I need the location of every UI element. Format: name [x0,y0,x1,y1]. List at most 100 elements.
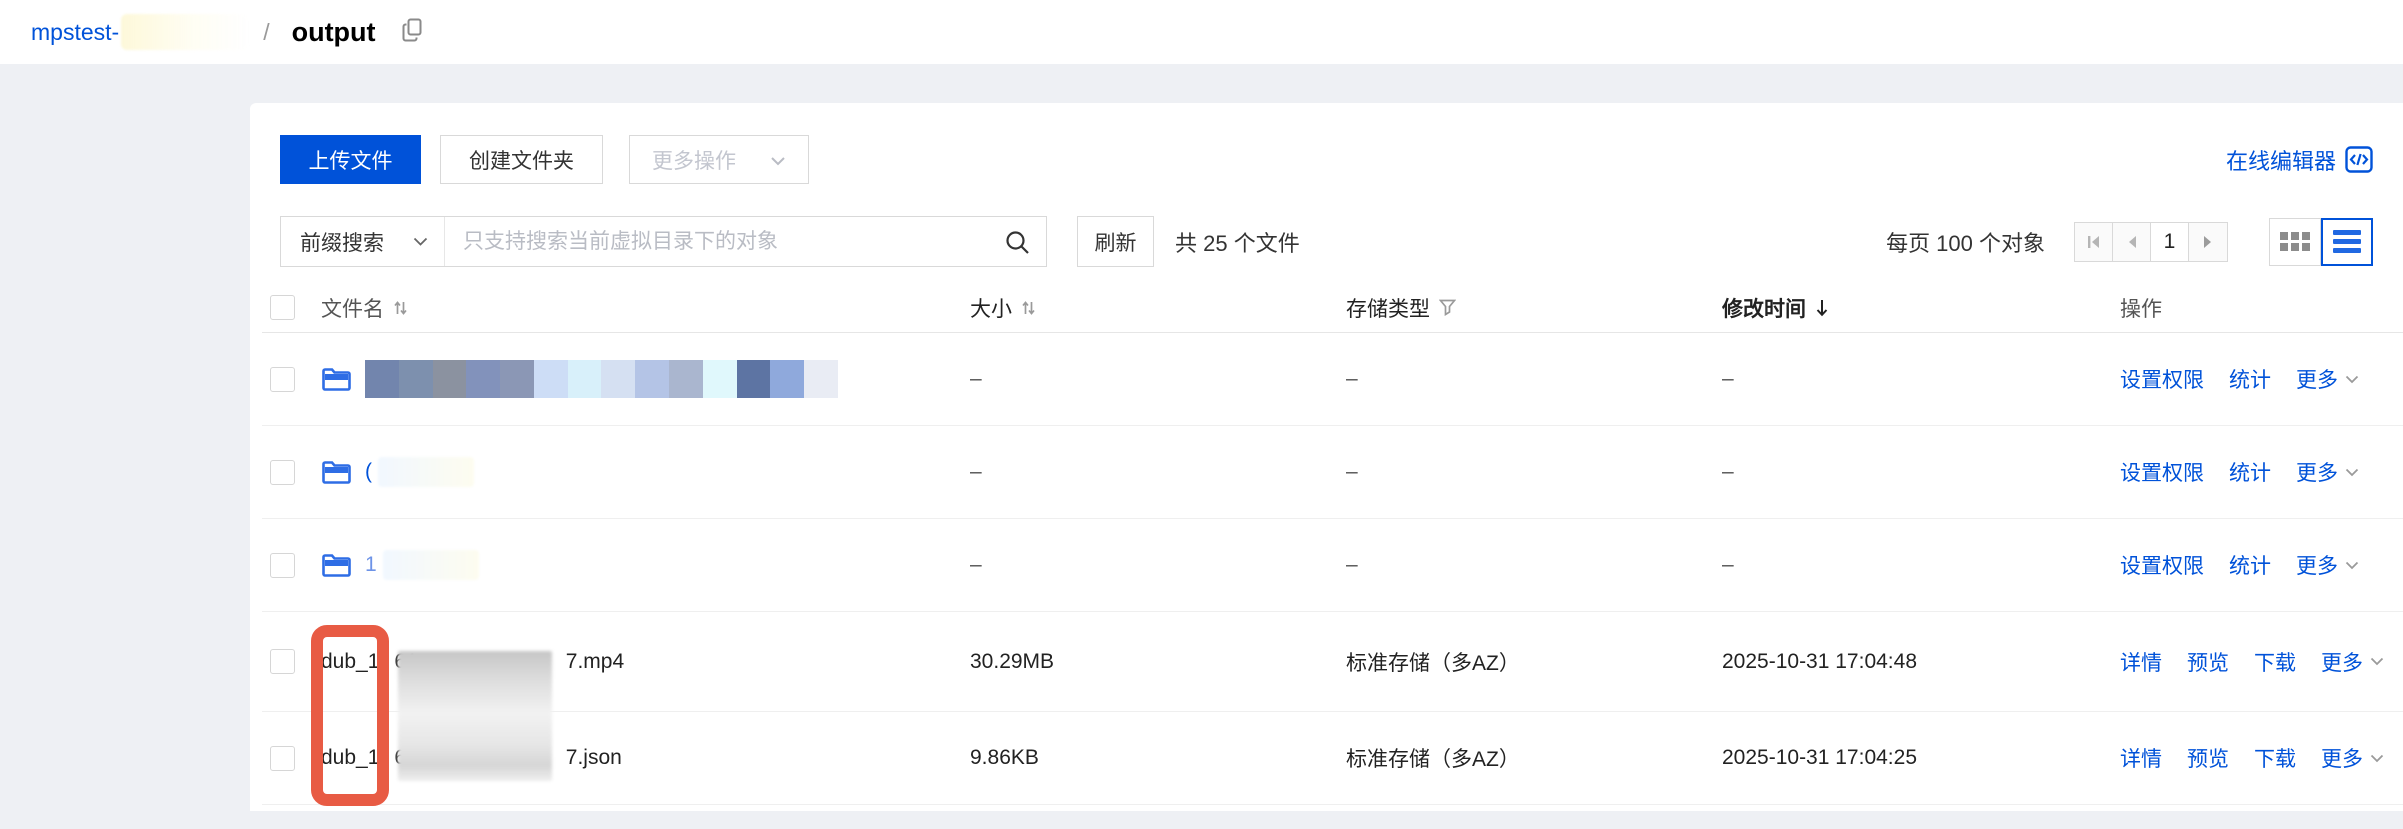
sort-down-icon[interactable] [1815,298,1829,317]
details-link[interactable]: 详情 [2120,743,2162,773]
redacted-folder-name [383,550,479,580]
next-page-button[interactable] [2189,223,2227,261]
redacted-folder-name [378,457,474,487]
breadcrumb-redacted-region [121,14,249,50]
row-actions: 设置权限 统计 更多 [2090,457,2403,487]
redacted-filename-blur [398,651,552,781]
preview-link[interactable]: 预览 [2187,743,2229,773]
folder-name-cell[interactable]: ( [306,457,966,487]
details-link[interactable]: 详情 [2120,647,2162,677]
view-toggle [2269,218,2373,266]
more-link[interactable]: 更多 [2296,457,2338,487]
set-permissions-link[interactable]: 设置权限 [2120,550,2204,580]
storage-cell: – [1342,460,1718,484]
header-modified-label: 修改时间 [1722,293,1806,323]
header-storage-label: 存储类型 [1346,293,1430,323]
search-input[interactable] [445,217,1004,266]
set-permissions-link[interactable]: 设置权限 [2120,457,2204,487]
grid-view-button[interactable] [2269,218,2321,266]
header-size-label: 大小 [970,293,1012,323]
search-mode-select[interactable]: 前缀搜索 [281,217,445,266]
size-cell: – [966,367,1342,391]
statistics-link[interactable]: 统计 [2229,457,2271,487]
chevron-down-icon [2370,657,2384,666]
folder-name-fragment[interactable]: ( [365,460,372,484]
row-checkbox[interactable] [270,367,295,392]
search-icon[interactable] [1004,229,1030,255]
header-modified-time[interactable]: 修改时间 [1718,293,2090,323]
download-link[interactable]: 下载 [2254,647,2296,677]
prev-page-icon [2125,234,2139,250]
folder-name-cell[interactable]: 1 [306,550,966,580]
header-storage-class[interactable]: 存储类型 [1342,293,1718,323]
grid-view-icon [2280,232,2310,251]
preview-link[interactable]: 预览 [2187,647,2229,677]
sort-updown-icon[interactable] [393,299,408,317]
more-link[interactable]: 更多 [2296,550,2338,580]
create-folder-button[interactable]: 创建文件夹 [440,135,603,184]
current-page-number: 1 [2151,223,2189,261]
upload-file-button[interactable]: 上传文件 [280,135,421,184]
header-filename[interactable]: 文件名 [306,293,966,323]
storage-cell: – [1342,553,1718,577]
size-cell: 9.86KB [966,746,1342,770]
toolbar: 上传文件 创建文件夹 更多操作 在线编辑器 [280,135,2373,184]
total-files-count: 共 25 个文件 [1175,226,1300,258]
select-all-checkbox[interactable] [270,295,295,320]
copy-icon[interactable] [402,18,424,47]
chevron-down-icon [2345,375,2359,384]
statistics-link[interactable]: 统计 [2229,364,2271,394]
folder-icon [321,366,352,393]
chevron-down-icon [2345,468,2359,477]
more-link[interactable]: 更多 [2321,743,2363,773]
row-checkbox[interactable] [270,649,295,674]
file-name-fragment: 7.json [566,746,622,770]
modified-cell: 2025-10-31 17:04:48 [1718,650,2090,674]
pagination: 1 [2074,222,2228,262]
file-name-fragment: dub_1 [321,746,379,770]
file-browser-panel: 上传文件 创建文件夹 更多操作 在线编辑器 前缀搜索 刷新 共 25 个文件 [250,103,2403,811]
sort-updown-icon[interactable] [1021,299,1036,317]
modified-cell: – [1718,460,2090,484]
statistics-link[interactable]: 统计 [2229,550,2271,580]
header-actions-label: 操作 [2120,293,2162,323]
filter-funnel-icon[interactable] [1439,299,1456,316]
more-link[interactable]: 更多 [2321,647,2363,677]
header-checkbox-cell [262,295,306,320]
download-link[interactable]: 下载 [2254,743,2296,773]
object-table: 文件名 大小 存储类型 修改时间 [262,283,2403,805]
row-checkbox[interactable] [270,460,295,485]
breadcrumb-bucket-link[interactable]: mpstest- [31,19,119,46]
online-editor-link[interactable]: 在线编辑器 [2226,144,2373,176]
table-row: ( – – – 设置权限 统计 更多 [262,426,2403,519]
size-cell: 30.29MB [966,650,1342,674]
chevron-down-icon [2370,754,2384,763]
row-checkbox[interactable] [270,746,295,771]
folder-name-cell[interactable] [306,360,966,398]
storage-cell: 标准存储（多AZ） [1342,743,1718,773]
row-checkbox[interactable] [270,553,295,578]
row-actions: 设置权限 统计 更多 [2090,550,2403,580]
breadcrumb-separator: / [263,19,269,46]
size-cell: – [966,553,1342,577]
first-page-button[interactable] [2075,223,2113,261]
chevron-down-icon [770,148,786,172]
folder-icon [321,552,352,579]
breadcrumb-bar: mpstest- / output [0,0,2403,64]
folder-name-fragment[interactable]: 1 [365,553,377,577]
header-size[interactable]: 大小 [966,293,1342,323]
online-editor-label: 在线编辑器 [2226,144,2336,176]
modified-cell: – [1718,553,2090,577]
more-actions-dropdown[interactable]: 更多操作 [629,135,809,184]
more-link[interactable]: 更多 [2296,364,2338,394]
file-name-fragment: 7.mp4 [566,650,624,674]
folder-icon [321,459,352,486]
list-view-button[interactable] [2321,218,2373,266]
list-view-icon [2333,226,2361,257]
prev-page-button[interactable] [2113,223,2151,261]
first-page-icon [2086,234,2102,250]
refresh-button[interactable]: 刷新 [1077,216,1154,267]
header-filename-label: 文件名 [321,293,384,323]
more-actions-label: 更多操作 [652,145,736,175]
set-permissions-link[interactable]: 设置权限 [2120,364,2204,394]
